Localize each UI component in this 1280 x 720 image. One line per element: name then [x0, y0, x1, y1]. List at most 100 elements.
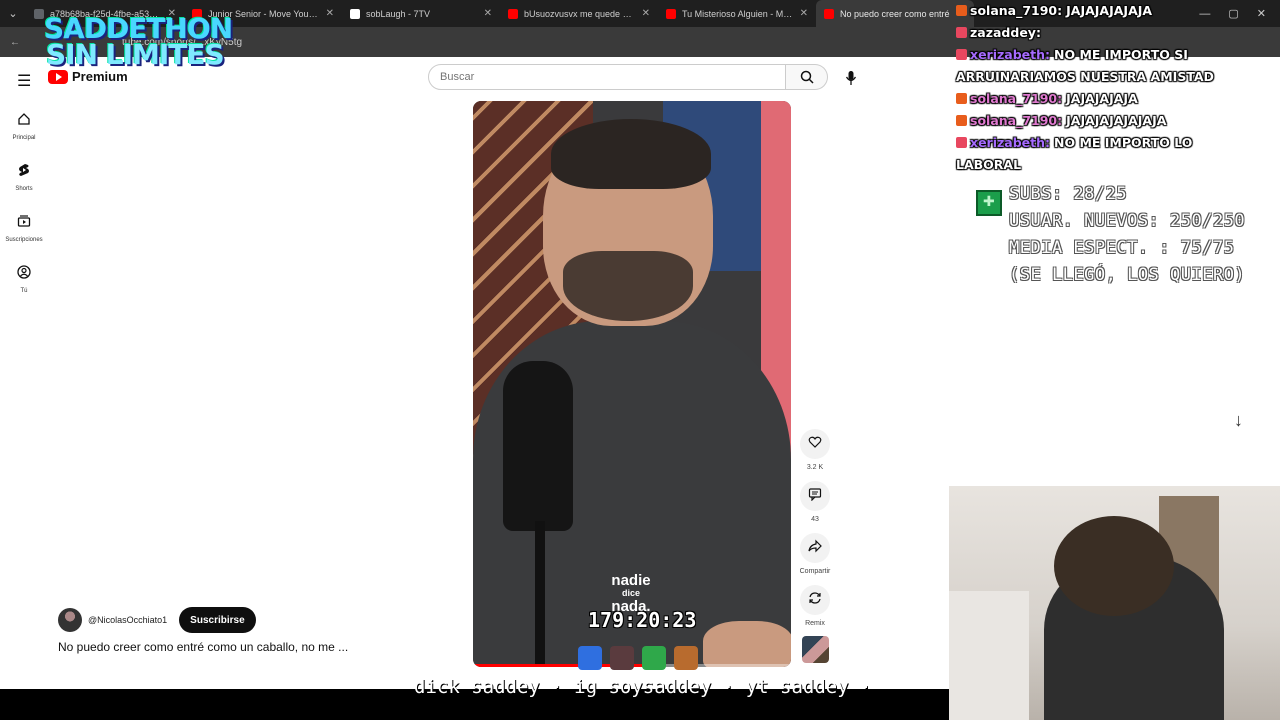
- sidebar-item-t[interactable]: Tú: [0, 254, 48, 305]
- chat-message: xerizabeth: NO ME IMPORTO SI: [956, 44, 1280, 66]
- subathon-timer: 179:20:23: [588, 608, 697, 632]
- chat-username: xerizabeth:: [970, 47, 1050, 62]
- chat-badge-icon: [956, 5, 967, 16]
- action-label: 3.2 K: [806, 464, 824, 471]
- chat-text: NO ME IMPORTO SI: [1054, 47, 1188, 62]
- microphone-icon: [845, 71, 857, 85]
- streamer-webcam: [949, 486, 1280, 720]
- action-label: Compartir: [799, 568, 831, 575]
- youtube-logo-text: Premium: [72, 69, 128, 84]
- video-microphone: [503, 361, 573, 531]
- browser-tab[interactable]: Tu Misterioso Alguien - Mirand ✕: [658, 0, 816, 27]
- chat-badge-icon: [956, 93, 967, 104]
- youtube-page: ☰ Premium Principal Shorts Suscripciones Tú: [0, 57, 950, 689]
- chat-text: ARRUINARIAMOS NUESTRA AMISTAD: [956, 69, 1214, 84]
- screen: { "browser": { "tabs": [ {"title": "a78b…: [0, 0, 1280, 720]
- tab-favicon-icon: [350, 8, 360, 19]
- chat-text: JAJAJAJAJAJAJA: [1066, 113, 1167, 128]
- short-video-player[interactable]: nadie dice nada.: [473, 101, 791, 667]
- scroll-down-arrow-icon[interactable]: ↓: [1234, 410, 1243, 431]
- menu-icon[interactable]: ☰: [17, 71, 31, 91]
- stream-logo: SADDETHON SIN LIMITES: [44, 15, 233, 71]
- action-label: Remix: [805, 620, 825, 627]
- stream-logo-line2: SIN LIMITES: [46, 38, 225, 71]
- channel-handle[interactable]: @NicolasOcchiato1: [88, 615, 167, 625]
- sidebar-item-principal[interactable]: Principal: [0, 101, 48, 152]
- tab-close-icon[interactable]: ✕: [484, 8, 492, 19]
- tab-title: No puedo creer como entré: [840, 8, 950, 19]
- video-title[interactable]: No puedo creer como entré como un caball…: [58, 640, 348, 654]
- goal-line: MEDIA ESPECT. : 75/75: [1009, 238, 1235, 258]
- tab-favicon-icon: [34, 8, 44, 19]
- chat-badge-icon: [956, 27, 967, 38]
- browser-tab[interactable]: bUsuozvusvx me quede sin ide ✕: [500, 0, 658, 27]
- sidebar-item-label: Shorts: [15, 186, 33, 192]
- chat-message: solana_7190: JAJAJAJAJAJA: [956, 0, 1280, 22]
- chat-message: ARRUINARIAMOS NUESTRA AMISTAD: [956, 66, 1280, 88]
- channel-info: @NicolasOcchiato1 Suscribirse: [58, 607, 256, 633]
- webcam-person-hair: [1054, 516, 1174, 616]
- sidebar-item-label: Principal: [12, 135, 36, 141]
- chat-message: zazaddey:: [956, 22, 1280, 44]
- subscriptions-icon: [17, 214, 31, 233]
- goal-line: (SE LLEGÓ, LOS QUIERO): [1009, 265, 1246, 285]
- tab-close-icon[interactable]: ✕: [800, 8, 808, 19]
- tab-favicon-icon: [666, 8, 676, 19]
- dark-emote-icon: [610, 646, 634, 670]
- subscribe-button[interactable]: Suscribirse: [179, 607, 256, 633]
- tab-title: bUsuozvusvx me quede sin ide: [524, 8, 636, 19]
- blue-emote-icon: [578, 646, 602, 670]
- orange-emote-icon: [674, 646, 698, 670]
- tab-search-button[interactable]: ⌄: [0, 0, 26, 27]
- side-navigation: Principal Shorts Suscripciones Tú: [0, 101, 48, 305]
- chat-username: xerizabeth:: [970, 135, 1050, 150]
- browser-tab[interactable]: No puedo creer como entré✕: [816, 0, 974, 27]
- sidebar-item-label: Suscripciones: [5, 237, 43, 243]
- tab-close-icon[interactable]: ✕: [326, 8, 334, 19]
- remix-button[interactable]: [800, 585, 830, 615]
- tab-favicon-icon: [508, 8, 518, 19]
- video-microphone-arm: [535, 521, 545, 667]
- chat-username: solana_7190:: [970, 113, 1063, 128]
- sidebar-item-shorts[interactable]: Shorts: [0, 152, 48, 203]
- back-arrow-icon[interactable]: ←: [10, 37, 20, 48]
- video-person-hand: [703, 621, 791, 667]
- tab-close-icon[interactable]: ✕: [642, 8, 650, 19]
- chat-text: JAJAJAJAJA: [1066, 91, 1138, 106]
- emote-row: [578, 646, 698, 670]
- share-button[interactable]: [800, 533, 830, 563]
- comment-button[interactable]: [800, 481, 830, 511]
- youtube-logo[interactable]: Premium: [48, 69, 128, 84]
- tab-title: sobLaugh - 7TV: [366, 8, 431, 19]
- home-icon: [17, 112, 31, 131]
- you-icon: [17, 265, 31, 284]
- search-input[interactable]: [428, 64, 786, 90]
- search-button[interactable]: [786, 64, 828, 90]
- webcam-shelf: [949, 591, 1029, 720]
- chat-text: LABORAL: [956, 157, 1022, 172]
- share-icon: [808, 539, 822, 558]
- tab-title: Tu Misterioso Alguien - Mirand: [682, 8, 794, 19]
- chat-badge-icon: [956, 137, 967, 148]
- sidebar-item-suscripciones[interactable]: Suscripciones: [0, 203, 48, 254]
- comment-icon: [808, 487, 822, 506]
- chat-text: NO ME IMPORTO LO: [1054, 135, 1193, 150]
- audio-thumbnail[interactable]: [802, 636, 829, 663]
- chat-badge-icon: [956, 115, 967, 126]
- sidebar-item-label: Tú: [20, 288, 28, 294]
- search-icon: [800, 70, 814, 84]
- short-actions: 3.2 K 43 Compartir Remix: [795, 429, 835, 637]
- green-emote-icon: [642, 646, 666, 670]
- chat-username: solana_7190:: [970, 3, 1063, 18]
- action-label: 43: [811, 516, 819, 523]
- like-button[interactable]: [800, 429, 830, 459]
- like-icon: [808, 435, 822, 454]
- channel-avatar[interactable]: [58, 608, 82, 632]
- stream-goals: SUBS: 28/25 USUAR. NUEVOS: 250/250 MEDIA E…: [1009, 181, 1245, 289]
- goal-badge-icon: [976, 190, 1002, 216]
- voice-search-button[interactable]: [838, 65, 864, 91]
- chat-message: solana_7190: JAJAJAJAJAJAJA: [956, 110, 1280, 132]
- remix-icon: [808, 591, 822, 610]
- browser-tab[interactable]: sobLaugh - 7TV ✕: [342, 0, 500, 27]
- video-person-hair: [551, 119, 711, 189]
